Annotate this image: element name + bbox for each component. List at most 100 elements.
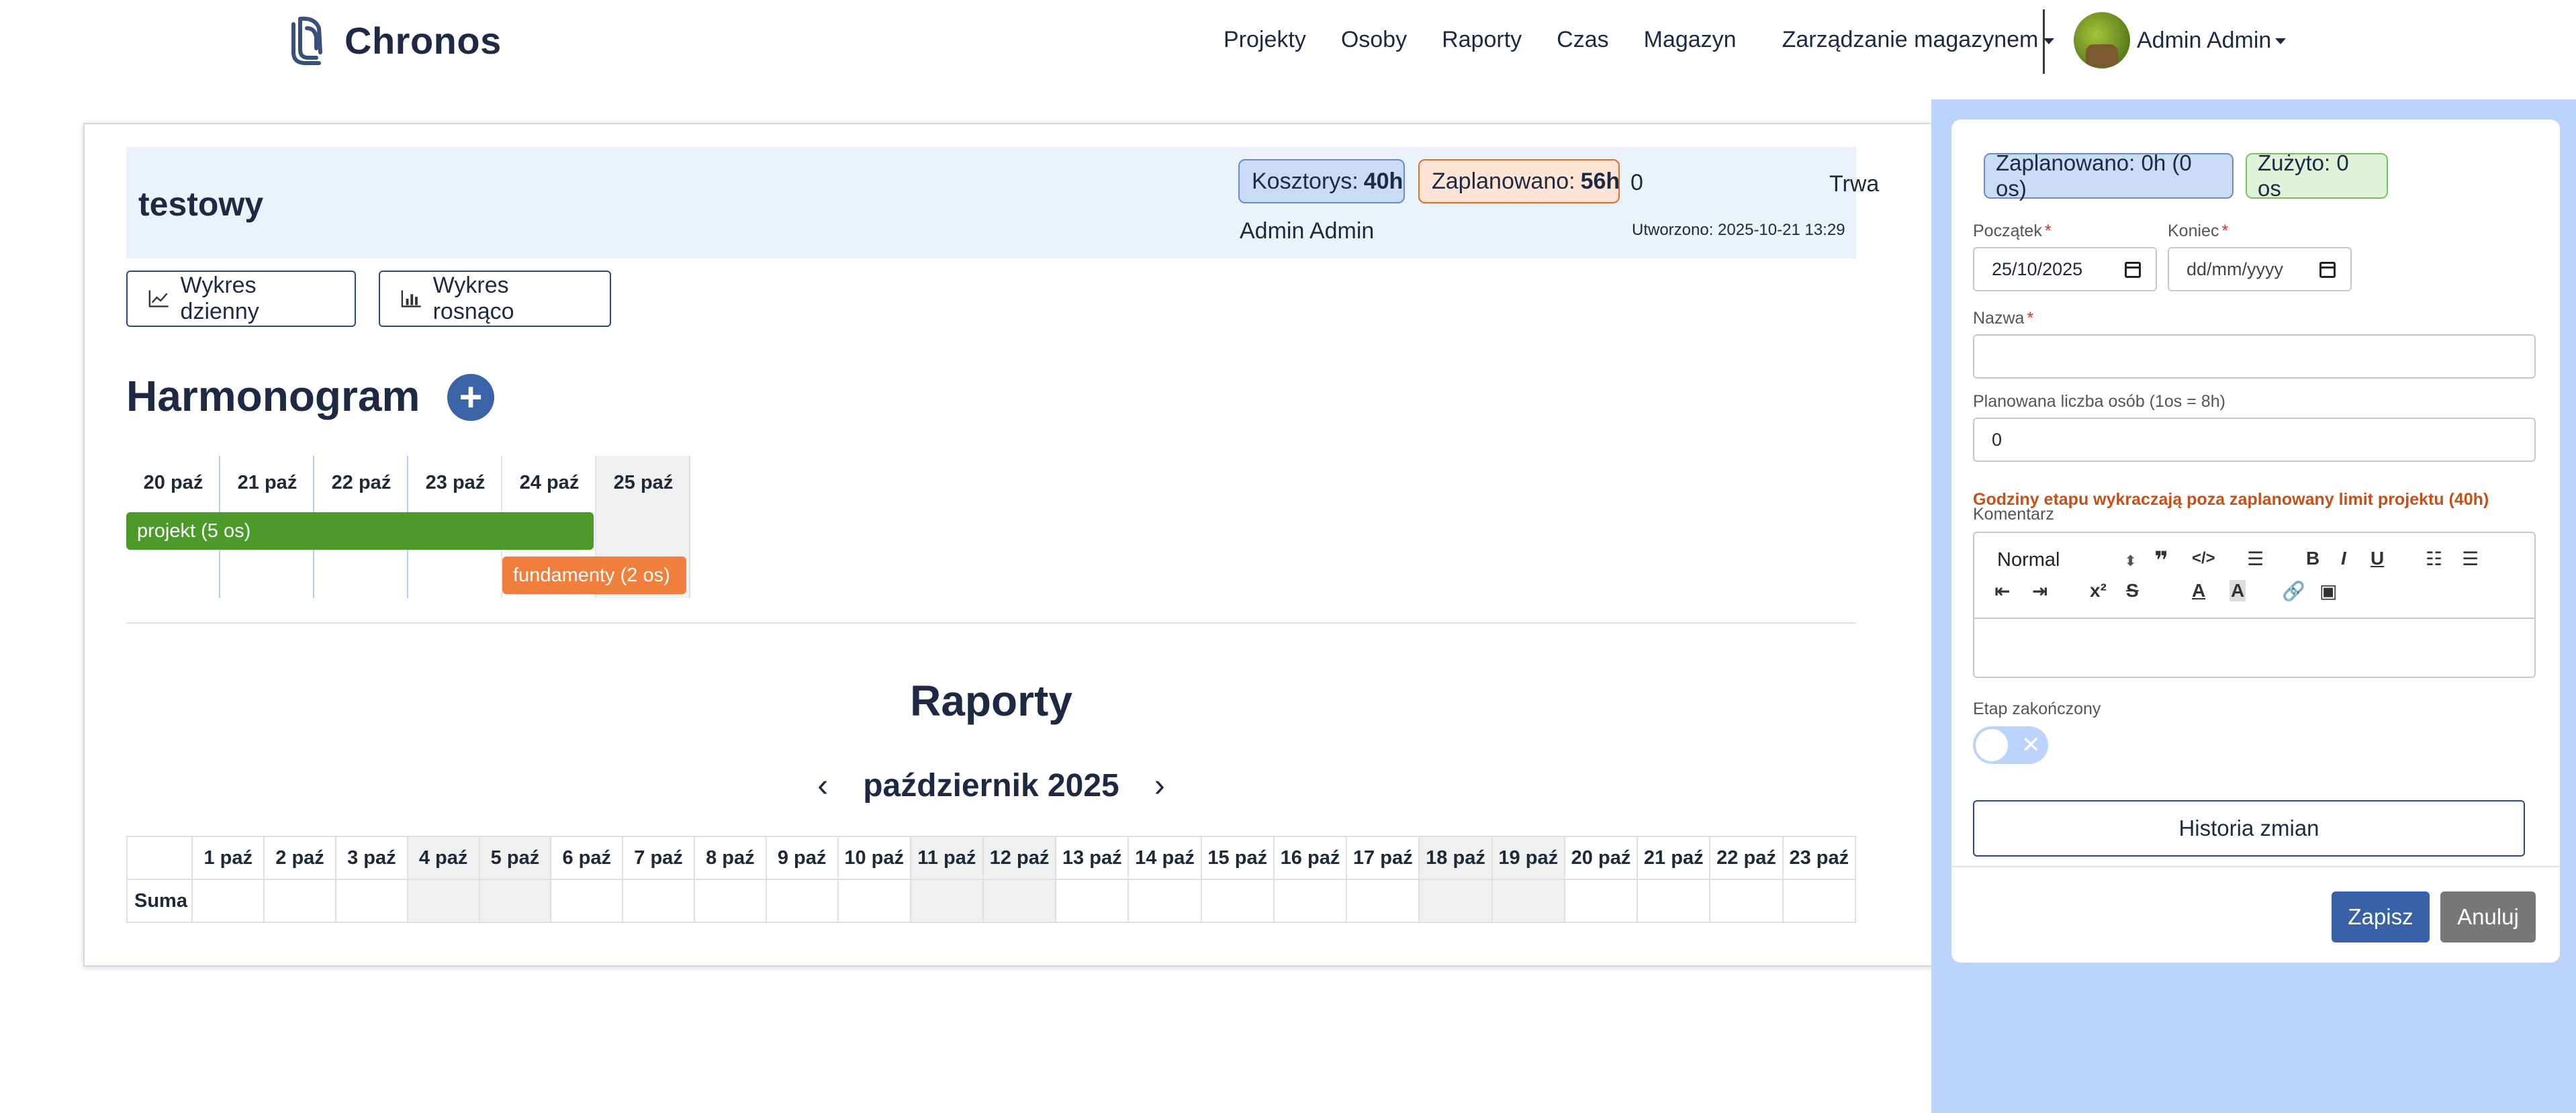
gantt-day-label: 21 paź — [237, 472, 297, 493]
end-label-text: Koniec — [2168, 222, 2219, 240]
link-icon[interactable]: 🔗 — [2282, 580, 2305, 602]
month-label: październik 2025 — [863, 768, 1119, 804]
table-header-cell: 8 paź — [693, 836, 767, 880]
table-header-cell: 2 paź — [263, 836, 336, 880]
comment-label: Komentarz — [1973, 505, 2054, 524]
next-month-button[interactable]: › — [1154, 767, 1165, 804]
strike-icon[interactable]: S — [2126, 580, 2139, 601]
code-icon[interactable]: </> — [2192, 549, 2215, 568]
image-icon[interactable]: ▣ — [2319, 580, 2337, 602]
nav-dropdown-warehouse-mgmt[interactable]: Zarządzanie magazynem — [1782, 27, 2055, 53]
nav-link-warehouse[interactable]: Magazyn — [1644, 27, 1737, 53]
table-header-cell: 20 paź — [1563, 836, 1639, 880]
table-row: Suma — [126, 879, 1856, 923]
finished-label: Etap zakończony — [1973, 699, 2101, 718]
superscript-icon[interactable]: x² — [2090, 580, 2107, 601]
sum-cell — [334, 879, 408, 923]
people-input[interactable]: 0 — [1973, 418, 2536, 462]
rising-chart-button[interactable]: Wykres rosnąco — [379, 271, 611, 327]
table-header-cell: 22 paź — [1709, 836, 1784, 880]
ordered-list-icon[interactable]: ☷ — [2426, 548, 2442, 570]
table-header-cell: 13 paź — [1055, 836, 1130, 880]
nav-link-projects[interactable]: Projekty — [1224, 27, 1306, 53]
start-date-input[interactable]: 25/10/2025 — [1973, 247, 2157, 291]
gantt-chart: 20 paź 21 paź 22 paź 23 paź 24 paź 25 pa… — [126, 456, 690, 598]
name-label-text: Nazwa — [1973, 309, 2025, 328]
nav-link-time[interactable]: Czas — [1557, 27, 1608, 53]
table-header-cell: 6 paź — [550, 836, 624, 880]
estimate-value: 40h — [1363, 168, 1404, 194]
background-color-icon[interactable]: A — [2229, 580, 2246, 601]
sum-cell — [1563, 879, 1639, 923]
gantt-day-label: 25 paź — [613, 472, 674, 493]
people-value: 0 — [1992, 429, 2003, 450]
extra-value: 0 — [1630, 170, 1643, 195]
planned-value: 56h — [1580, 168, 1620, 194]
close-icon: ✕ — [2021, 732, 2041, 758]
end-date-input[interactable]: dd/mm/yyyy — [2168, 247, 2352, 291]
italic-icon[interactable]: I — [2341, 548, 2346, 569]
sum-cell — [1273, 879, 1348, 923]
prev-month-button[interactable]: ‹ — [817, 767, 828, 804]
format-select[interactable]: Normal — [1997, 549, 2137, 571]
sum-cell — [550, 879, 624, 923]
sum-cell — [263, 879, 336, 923]
indent-icon[interactable]: ⇥ — [2032, 580, 2048, 602]
bullet-list-icon[interactable]: ☰ — [2462, 548, 2479, 570]
divider — [1951, 866, 2560, 867]
name-label: Nazwa * — [1973, 309, 2033, 328]
text-color-icon[interactable]: A — [2192, 580, 2205, 601]
comment-editor: Normal ❞ </> ☰ B I U ☷ ☰ ⇤ ⇥ x² S A A 🔗 … — [1973, 532, 2536, 678]
table-header-cell: 5 paź — [478, 836, 552, 880]
save-button[interactable]: Zapisz — [2332, 891, 2430, 942]
required-marker: * — [2027, 309, 2034, 328]
start-label-text: Początek — [1973, 222, 2042, 240]
add-stage-button[interactable]: + — [447, 374, 494, 421]
calendar-icon[interactable] — [2125, 262, 2141, 278]
sum-cell — [1346, 879, 1420, 923]
calendar-icon[interactable] — [2319, 262, 2336, 278]
finished-toggle[interactable]: ✕ — [1973, 726, 2048, 764]
nav-separator — [2043, 9, 2045, 74]
name-input[interactable] — [1973, 334, 2536, 379]
underline-icon[interactable]: U — [2371, 548, 2384, 569]
table-header-cell: 16 paź — [1273, 836, 1348, 880]
brand[interactable]: Chronos — [285, 15, 502, 66]
brand-name: Chronos — [344, 19, 502, 62]
estimate-badge: Kosztorys: 40h — [1238, 159, 1405, 203]
bold-icon[interactable]: B — [2306, 548, 2319, 569]
gantt-bar-fundamenty[interactable]: fundamenty (2 os) — [502, 556, 686, 594]
user-name: Admin Admin — [2137, 28, 2286, 54]
blockquote-icon[interactable]: ❞ — [2154, 546, 2168, 575]
project-header: testowy Kosztorys: 40h Zaplanowano: 56h … — [126, 147, 1879, 258]
user-menu[interactable]: Admin Admin — [2074, 12, 2286, 68]
sum-label: Suma — [126, 879, 193, 923]
sum-cell — [1418, 879, 1493, 923]
avatar — [2074, 12, 2130, 68]
align-icon[interactable]: ☰ — [2247, 548, 2264, 570]
schedule-title: Harmonogram — [126, 372, 420, 420]
sum-cell — [406, 879, 480, 923]
outdent-icon[interactable]: ⇤ — [1994, 580, 2010, 602]
navbar: Chronos Projekty Osoby Raporty Czas Maga… — [0, 0, 2576, 84]
sum-cell — [982, 879, 1057, 923]
project-card: testowy Kosztorys: 40h Zaplanowano: 56h … — [83, 123, 1937, 967]
sum-cell — [837, 879, 911, 923]
daily-chart-button[interactable]: Wykres dzienny — [126, 271, 356, 327]
reports-title: Raporty — [910, 677, 1072, 725]
table-header-cell: 9 paź — [765, 836, 839, 880]
table-corner-cell — [126, 836, 193, 880]
sum-cell — [693, 879, 767, 923]
nav-link-people[interactable]: Osoby — [1341, 27, 1407, 53]
nav-link-reports[interactable]: Raporty — [1442, 27, 1522, 53]
gantt-day-label: 23 paź — [425, 472, 486, 493]
required-marker: * — [2221, 222, 2229, 240]
planned-hours-badge: Zaplanowano: 0h (0 os) — [1984, 150, 2234, 201]
history-button[interactable]: Historia zmian — [1973, 800, 2525, 857]
start-date-value: 25/10/2025 — [1992, 258, 2083, 279]
cancel-button[interactable]: Anuluj — [2440, 891, 2536, 942]
gantt-bar-projekt[interactable]: projekt (5 os) — [126, 512, 594, 550]
status-text: Trwa — [1829, 171, 1880, 197]
table-header-cell: 17 paź — [1346, 836, 1420, 880]
table-header-row: 1 paź 2 paź 3 paź 4 paź 5 paź 6 paź 7 pa… — [126, 836, 1856, 880]
